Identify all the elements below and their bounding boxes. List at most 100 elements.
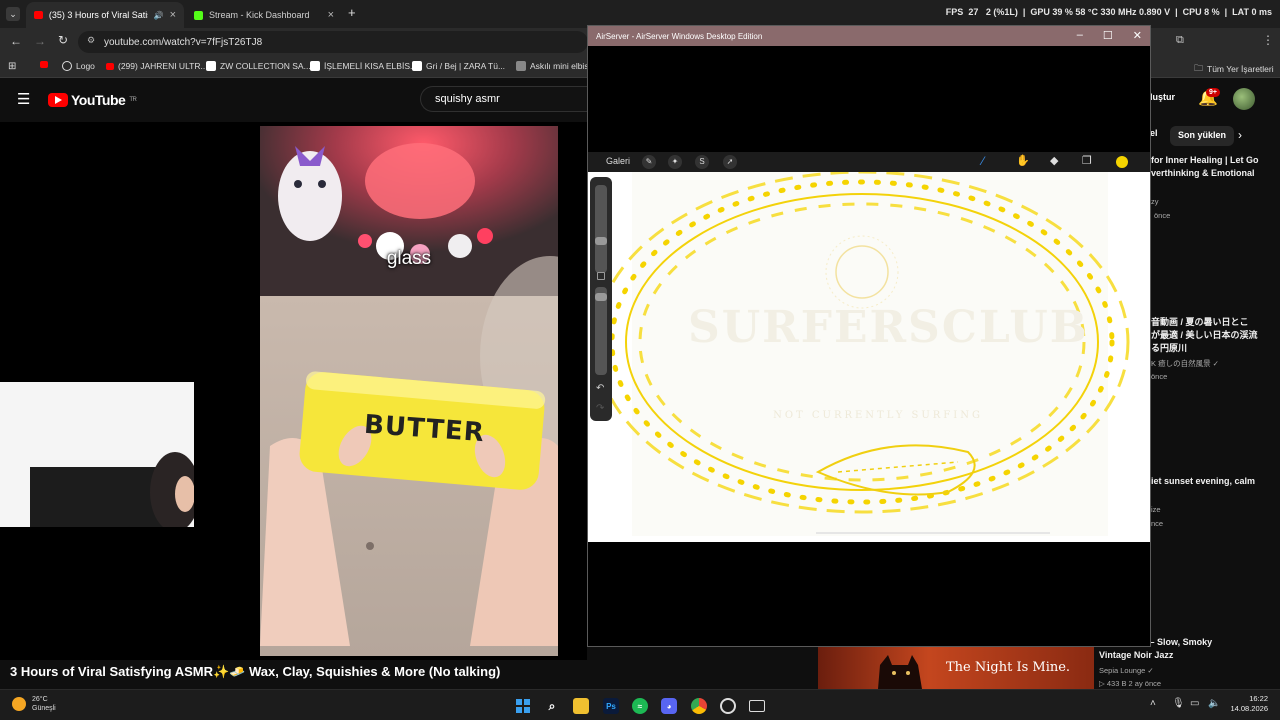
site-info-icon[interactable]: ⚙: [87, 35, 95, 46]
bookmark-item[interactable]: İŞLEMELİ KISA ELBİS...: [310, 61, 417, 71]
sidebar-thumbnail[interactable]: The Night Is Mine.: [818, 647, 1094, 689]
window-titlebar[interactable]: AirServer - AirServer Windows Desktop Ed…: [588, 26, 1150, 46]
avatar[interactable]: [1233, 88, 1255, 110]
opacity-slider[interactable]: [595, 287, 607, 375]
close-tab-icon[interactable]: ×: [170, 9, 176, 21]
airserver-window[interactable]: AirServer - AirServer Windows Desktop Ed…: [587, 25, 1151, 647]
bookmark-label: Gri / Bej | ZARA Tü...: [426, 61, 506, 71]
chip-el[interactable]: el: [1150, 128, 1158, 146]
create-button[interactable]: luştur: [1150, 92, 1175, 102]
weather-widget[interactable]: 26°C Güneşli: [12, 695, 56, 713]
minimize-icon[interactable]: –: [1077, 29, 1083, 42]
chevron-right-icon[interactable]: ›: [1238, 128, 1242, 142]
brush-size-panel: ↶ ↷: [590, 177, 612, 421]
sidebar-meta: önce: [1151, 372, 1168, 381]
sidebar-title[interactable]: が最適 / 美しい日本の渓流: [1151, 329, 1280, 342]
start-icon[interactable]: [515, 698, 531, 714]
obs-icon[interactable]: [720, 698, 736, 714]
chevron-up-icon[interactable]: ˄: [1150, 698, 1156, 709]
fps-label: FPS: [945, 7, 964, 17]
close-icon[interactable]: ✕: [1133, 29, 1142, 42]
drawing-canvas[interactable]: SURFERSCLUB NOT CURRENTLY SURFING: [588, 172, 1150, 542]
cpu-stats: CPU 8 %: [1182, 7, 1220, 17]
modify-button[interactable]: [597, 272, 605, 280]
reload-icon[interactable]: ↻: [58, 33, 68, 47]
sidebar-title[interactable]: for Inner Healing | Let Go: [1151, 154, 1280, 167]
display-icon[interactable]: ▭: [1190, 698, 1199, 709]
hamburger-menu-icon[interactable]: ☰: [17, 90, 30, 108]
undo-icon[interactable]: ↶: [596, 383, 604, 394]
chip-recent[interactable]: Son yüklen: [1170, 126, 1235, 146]
forward-icon[interactable]: →: [34, 34, 46, 48]
logo-text: YouTube: [71, 92, 126, 108]
menu-icon[interactable]: ⋮: [1262, 33, 1274, 47]
window-controls: – ☐ ✕: [1077, 29, 1142, 42]
sidebar-meta: zy: [1151, 197, 1159, 206]
youtube-icon: [106, 62, 114, 70]
apps-icon[interactable]: ⊞: [8, 61, 16, 72]
video-frame[interactable]: [260, 126, 558, 656]
sidebar-title[interactable]: iet sunset evening, calm: [1151, 475, 1280, 488]
brush-icon[interactable]: ⁄: [982, 154, 984, 168]
adjustments-icon[interactable]: ✦: [668, 155, 682, 169]
maximize-icon[interactable]: ☐: [1103, 29, 1113, 42]
bookmark-item[interactable]: Gri / Bej | ZARA Tü...: [412, 61, 505, 71]
sidebar-meta: önce: [1154, 211, 1171, 220]
address-bar[interactable]: ⚙ youtube.com/watch?v=7fFjsT26TJ8: [78, 31, 588, 53]
youtube-logo[interactable]: YouTube TR: [48, 92, 137, 108]
close-tab-icon[interactable]: ×: [328, 9, 334, 21]
bookmark-item[interactable]: ZW COLLECTION SA...: [206, 61, 311, 71]
color-swatch[interactable]: [1116, 156, 1128, 168]
extensions-icon[interactable]: ⧉: [1176, 34, 1184, 47]
tab-kick-dashboard[interactable]: Stream - Kick Dashboard ×: [186, 2, 342, 28]
discord-icon[interactable]: ◕: [661, 698, 677, 714]
size-handle[interactable]: [595, 237, 607, 245]
bookmark-label: İŞLEMELİ KISA ELBİS...: [324, 61, 418, 71]
layers-icon[interactable]: ❐: [1082, 154, 1092, 167]
back-icon[interactable]: ←: [10, 34, 22, 48]
clock-date: 14.08.2026: [1230, 704, 1268, 713]
redo-icon[interactable]: ↷: [596, 403, 604, 414]
artwork: [594, 172, 1130, 536]
sidebar-title[interactable]: verthinking & Emotional: [1151, 167, 1280, 180]
bookmark-item[interactable]: [40, 61, 48, 68]
tab-label: (35) 3 Hours of Viral Satisfyi: [48, 10, 148, 20]
tab-search-button[interactable]: ⌄: [6, 7, 20, 21]
size-slider[interactable]: [595, 185, 607, 273]
youtube-favicon-icon: [34, 11, 43, 19]
sidebar-title[interactable]: る円原川: [1151, 342, 1280, 355]
bookmark-item[interactable]: Askılı mini elbise: [516, 61, 593, 71]
all-bookmarks[interactable]: 🗀 Tüm Yer İşaretleri: [1194, 61, 1274, 77]
microphone-icon[interactable]: 🎙: [1172, 698, 1185, 709]
sidebar-channel[interactable]: Sepia Lounge ✓: [1099, 666, 1154, 675]
transform-icon[interactable]: ➚: [723, 155, 737, 169]
bookmark-item[interactable]: (299) JAHRENI ULTR...: [106, 61, 208, 71]
smudge-icon[interactable]: ✋: [1016, 154, 1030, 167]
weather-temp: 26°C: [32, 696, 48, 703]
sidebar-title[interactable]: Vintage Noir Jazz: [1099, 649, 1280, 662]
search-input[interactable]: squishy asmr: [420, 86, 588, 112]
airserver-icon[interactable]: [749, 700, 765, 712]
webcam-scene: [0, 382, 194, 527]
file-explorer-icon[interactable]: [573, 698, 589, 714]
search-icon[interactable]: ⌕: [544, 698, 560, 714]
opacity-handle[interactable]: [595, 293, 607, 301]
bookmark-item[interactable]: Logo: [62, 61, 95, 71]
wrench-icon[interactable]: ✎: [642, 155, 656, 169]
speaker-icon[interactable]: 🔈: [1208, 698, 1220, 709]
chip-label: Son yüklen: [1178, 130, 1227, 140]
spotify-icon[interactable]: ≈: [632, 698, 648, 714]
new-tab-button[interactable]: +: [348, 5, 356, 20]
chrome-icon[interactable]: [691, 698, 707, 714]
video-scene: [260, 126, 558, 656]
eraser-icon[interactable]: ◆: [1050, 154, 1058, 167]
selection-icon[interactable]: S: [695, 155, 709, 169]
gallery-button[interactable]: Galeri: [606, 156, 630, 166]
sidebar-title[interactable]: 音動画 / 夏の暑い日とこ: [1151, 316, 1280, 329]
audio-icon[interactable]: 🔊: [154, 11, 164, 20]
photoshop-icon[interactable]: Ps: [603, 698, 619, 714]
clock[interactable]: 16:22 14.08.2026: [1226, 694, 1268, 714]
video-title: 3 Hours of Viral Satisfying ASMR✨🧈 Wax, …: [10, 664, 501, 679]
tab-youtube[interactable]: (35) 3 Hours of Viral Satisfyi 🔊 ×: [26, 2, 184, 28]
performance-overlay: FPS 27 2 (%1L) | GPU 39 % 58 °C 330 MHz …: [945, 7, 1272, 17]
